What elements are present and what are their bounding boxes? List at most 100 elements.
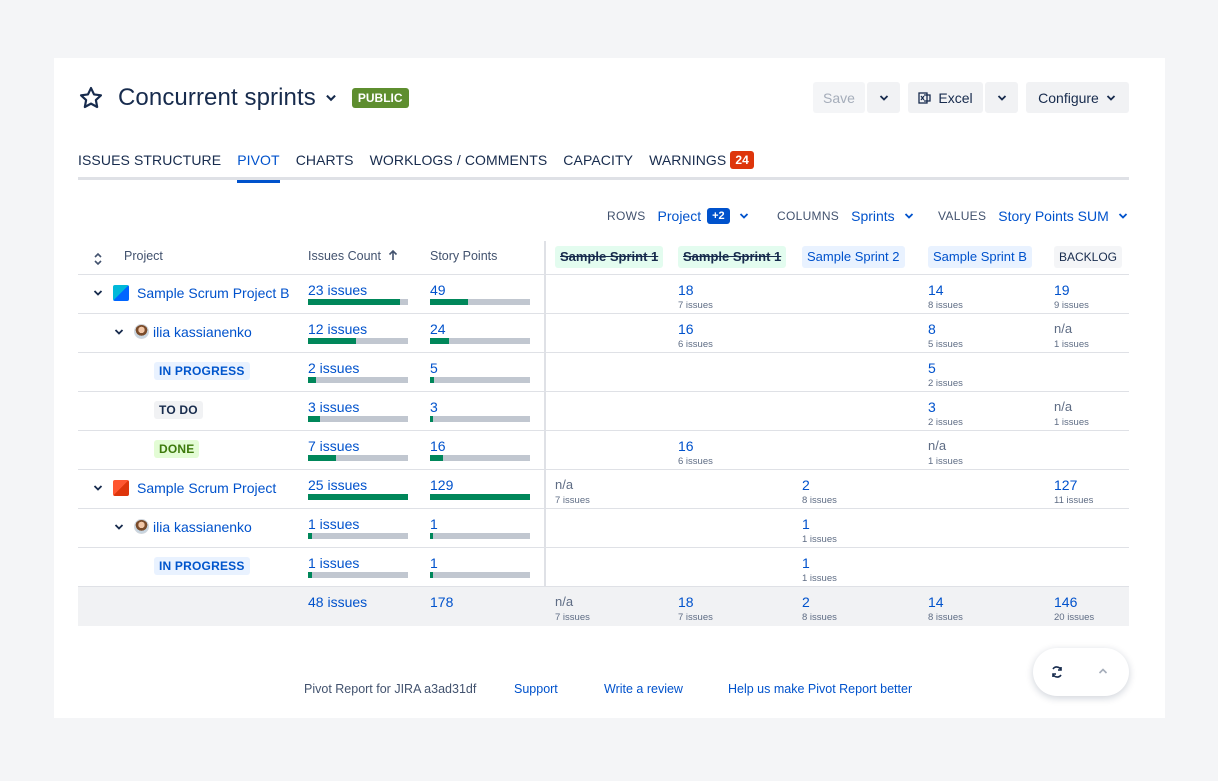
sprint-value[interactable]: 146: [1054, 594, 1077, 610]
issues-count-link[interactable]: 2 issues: [308, 360, 359, 376]
story-points-progress-bar-fill: [430, 416, 433, 422]
sort-icon[interactable]: [92, 251, 104, 267]
warnings-count-badge: 24: [730, 151, 754, 169]
issues-count-link[interactable]: 12 issues: [308, 321, 367, 337]
chevron-down-icon[interactable]: [113, 521, 125, 533]
tab-warnings[interactable]: WARNINGS 24: [649, 151, 754, 180]
save-options-button[interactable]: [867, 82, 900, 113]
chevron-down-icon[interactable]: [1117, 210, 1129, 222]
footer-improve-link[interactable]: Help us make Pivot Report better: [728, 682, 912, 696]
status-badge: IN PROGRESS: [154, 362, 250, 380]
story-points-link[interactable]: 3: [430, 399, 438, 415]
tab-issues-structure[interactable]: ISSUES STRUCTURE: [78, 152, 221, 180]
chevron-down-icon[interactable]: [92, 482, 104, 494]
sprint-issue-count: 8 issues: [928, 300, 963, 311]
sprint-header-sample-sprint-1[interactable]: Sample Sprint 1: [555, 246, 664, 268]
header-story-points[interactable]: Story Points: [430, 249, 497, 263]
excel-icon: [918, 91, 932, 104]
sprint-value[interactable]: 3: [928, 399, 936, 415]
save-button[interactable]: Save: [813, 82, 865, 113]
chevron-up-icon[interactable]: [1097, 665, 1109, 677]
sprint-value[interactable]: 2: [802, 594, 810, 610]
configure-button[interactable]: Configure: [1026, 82, 1129, 113]
issues-progress-bar: [308, 299, 408, 305]
chevron-down-icon[interactable]: [903, 210, 915, 222]
sprint-value[interactable]: 1: [802, 555, 810, 571]
total-story-points-link[interactable]: 178: [430, 594, 453, 610]
footer-support-link[interactable]: Support: [514, 682, 558, 696]
chevron-down-icon[interactable]: [92, 287, 104, 299]
chevron-down-icon: [879, 94, 888, 101]
rows-config[interactable]: ROWS Project +2: [607, 208, 750, 224]
chevron-down-icon[interactable]: [113, 326, 125, 338]
sprint-value[interactable]: 16: [678, 321, 694, 337]
values-value[interactable]: Story Points SUM: [998, 208, 1108, 224]
refresh-icon[interactable]: [1050, 665, 1064, 679]
total-issues-link[interactable]: 48 issues: [308, 594, 367, 610]
header-project[interactable]: Project: [124, 249, 163, 263]
rows-value[interactable]: Project: [658, 208, 702, 224]
assignee-label[interactable]: ilia kassianenko: [153, 519, 252, 535]
chevron-down-icon[interactable]: [324, 91, 338, 105]
story-points-link[interactable]: 1: [430, 516, 438, 532]
chevron-down-icon[interactable]: [738, 210, 750, 222]
sprint-issue-count: 7 issues: [678, 300, 713, 311]
sprint-value[interactable]: 14: [928, 594, 944, 610]
tab-capacity[interactable]: CAPACITY: [563, 152, 633, 180]
story-points-link[interactable]: 1: [430, 555, 438, 571]
issues-progress-bar: [308, 455, 408, 461]
sprint-value[interactable]: 8: [928, 321, 936, 337]
story-points-link[interactable]: 16: [430, 438, 446, 454]
table-row: Sample Scrum Project 25 issues 129 n/a 7 iss…: [78, 470, 1129, 509]
star-icon[interactable]: [78, 85, 104, 111]
sprint-issue-count: 20 issues: [1054, 612, 1095, 623]
issues-count-link[interactable]: 23 issues: [308, 282, 367, 298]
header-issues-count[interactable]: Issues Count: [308, 249, 399, 263]
project-label[interactable]: Sample Scrum Project: [137, 480, 276, 496]
sprint-value: n/a: [555, 594, 574, 609]
sprint-value: n/a: [555, 477, 574, 492]
sprint-header-sample-sprint-b[interactable]: Sample Sprint B: [928, 246, 1032, 268]
story-points-link[interactable]: 5: [430, 360, 438, 376]
issues-count-link[interactable]: 3 issues: [308, 399, 359, 415]
sprint-value[interactable]: 18: [678, 594, 694, 610]
sprint-value[interactable]: 127: [1054, 477, 1077, 493]
project-label[interactable]: Sample Scrum Project B: [137, 285, 290, 301]
story-points-link[interactable]: 129: [430, 477, 453, 493]
story-points-progress-bar: [430, 494, 530, 500]
columns-config[interactable]: COLUMNS Sprints: [777, 208, 915, 224]
tab-pivot[interactable]: PIVOT: [237, 152, 280, 183]
tab-charts[interactable]: CHARTS: [296, 152, 354, 180]
sprint-header-sample-sprint-1b[interactable]: Sample Sprint 1: [678, 246, 787, 268]
sprint-value[interactable]: 18: [678, 282, 694, 298]
sprint-header-backlog[interactable]: BACKLOG: [1054, 246, 1123, 268]
excel-options-button[interactable]: [985, 82, 1018, 113]
avatar: [134, 519, 149, 534]
sprint-issue-count: 8 issues: [928, 612, 963, 623]
sprint-value[interactable]: 14: [928, 282, 944, 298]
columns-value[interactable]: Sprints: [851, 208, 895, 224]
sprint-value[interactable]: 19: [1054, 282, 1070, 298]
footer-review-link[interactable]: Write a review: [604, 682, 683, 696]
issues-count-link[interactable]: 25 issues: [308, 477, 367, 493]
sprint-issue-count: 8 issues: [802, 495, 837, 506]
excel-button[interactable]: Excel: [908, 82, 983, 113]
issues-count-link[interactable]: 1 issues: [308, 516, 359, 532]
sprint-header-sample-sprint-2[interactable]: Sample Sprint 2: [802, 246, 905, 268]
sprint-value[interactable]: 2: [802, 477, 810, 493]
issues-count-link[interactable]: 1 issues: [308, 555, 359, 571]
tab-worklogs-comments[interactable]: WORKLOGS / COMMENTS: [370, 152, 548, 180]
sprint-value[interactable]: 1: [802, 516, 810, 532]
issues-count-link[interactable]: 7 issues: [308, 438, 359, 454]
story-points-link[interactable]: 24: [430, 321, 446, 337]
pivot-table: Project Issues Count Story Points Sample…: [78, 241, 1129, 626]
sprint-value[interactable]: 16: [678, 438, 694, 454]
assignee-label[interactable]: ilia kassianenko: [153, 324, 252, 340]
story-points-progress-bar: [430, 338, 530, 344]
values-config[interactable]: VALUES Story Points SUM: [938, 208, 1129, 224]
sprint-value[interactable]: 5: [928, 360, 936, 376]
story-points-progress-bar: [430, 377, 530, 383]
chevron-down-icon: [997, 94, 1006, 101]
table-row: DONE 7 issues 16 16 6 issues n/a 1 issues: [78, 431, 1129, 470]
story-points-link[interactable]: 49: [430, 282, 446, 298]
